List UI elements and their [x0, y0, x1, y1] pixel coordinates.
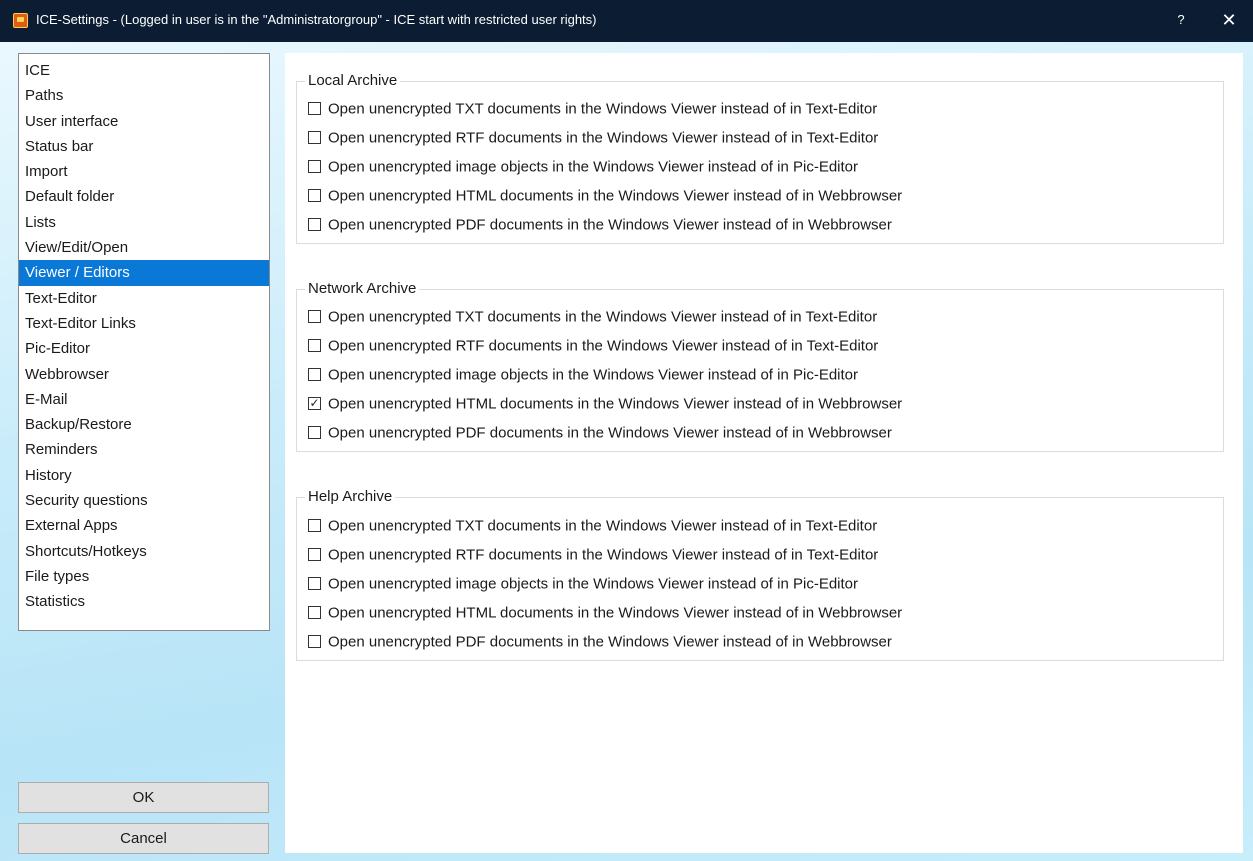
title-bar: ICE-Settings - (Logged in user is in the… [0, 0, 1253, 42]
nav-item-e-mail[interactable]: E-Mail [19, 387, 269, 412]
option-label: Open unencrypted HTML documents in the W… [328, 395, 903, 413]
local-archive-group: Local Archive Open unencrypted TXT docum… [296, 71, 1224, 244]
option-label: Open unencrypted PDF documents in the Wi… [328, 633, 892, 651]
option-label: Open unencrypted TXT documents in the Wi… [328, 308, 878, 326]
nav-item-ice[interactable]: ICE [19, 58, 269, 83]
nav-item-history[interactable]: History [19, 463, 269, 488]
option-label: Open unencrypted image objects in the Wi… [328, 158, 859, 176]
nav-item-pic-editor[interactable]: Pic-Editor [19, 336, 269, 361]
settings-category-list[interactable]: ICE Paths User interface Status bar Impo… [18, 53, 270, 631]
option-label: Open unencrypted image objects in the Wi… [328, 575, 859, 593]
option-label: Open unencrypted RTF documents in the Wi… [328, 129, 879, 147]
option-label: Open unencrypted PDF documents in the Wi… [328, 424, 892, 442]
option-row[interactable]: ✓ Open unencrypted HTML documents in the … [308, 395, 902, 415]
option-label: Open unencrypted RTF documents in the Wi… [328, 546, 879, 564]
checkbox[interactable] [308, 217, 321, 231]
option-row[interactable]: Open unencrypted RTF documents in the Wi… [308, 129, 878, 149]
checkbox[interactable] [308, 634, 321, 648]
window-title: ICE-Settings - (Logged in user is in the… [36, 12, 597, 27]
help-archive-group: Help Archive Open unencrypted TXT docume… [296, 487, 1224, 661]
checkbox[interactable] [308, 425, 321, 439]
option-row[interactable]: Open unencrypted PDF documents in the Wi… [308, 633, 892, 653]
checkbox[interactable] [308, 101, 321, 115]
nav-item-external-apps[interactable]: External Apps [19, 513, 269, 538]
nav-item-text-editor[interactable]: Text-Editor [19, 286, 269, 311]
nav-item-reminders[interactable]: Reminders [19, 437, 269, 462]
option-row[interactable]: Open unencrypted image objects in the Wi… [308, 366, 858, 386]
option-label: Open unencrypted HTML documents in the W… [328, 604, 903, 622]
option-row[interactable]: Open unencrypted TXT documents in the Wi… [308, 517, 877, 537]
nav-item-viewer-editors[interactable]: Viewer / Editors [19, 260, 269, 286]
option-label: Open unencrypted PDF documents in the Wi… [328, 216, 892, 234]
nav-item-shortcuts-hotkeys[interactable]: Shortcuts/Hotkeys [19, 539, 269, 564]
checkbox[interactable] [308, 547, 321, 561]
option-row[interactable]: Open unencrypted PDF documents in the Wi… [308, 216, 892, 236]
group-title: Network Archive [305, 279, 420, 299]
cancel-button[interactable]: Cancel [18, 823, 269, 854]
option-row[interactable]: Open unencrypted RTF documents in the Wi… [308, 546, 878, 566]
nav-item-default-folder[interactable]: Default folder [19, 184, 269, 209]
option-row[interactable]: Open unencrypted TXT documents in the Wi… [308, 308, 877, 328]
close-icon[interactable]: ✕ [1214, 7, 1244, 33]
app-icon [13, 13, 28, 28]
option-label: Open unencrypted image objects in the Wi… [328, 366, 859, 384]
option-label: Open unencrypted HTML documents in the W… [328, 187, 903, 205]
checkbox[interactable] [308, 159, 321, 173]
help-icon[interactable]: ? [1168, 8, 1194, 32]
nav-item-paths[interactable]: Paths [19, 83, 269, 108]
nav-item-view-edit-open[interactable]: View/Edit/Open [19, 235, 269, 260]
nav-item-backup-restore[interactable]: Backup/Restore [19, 412, 269, 437]
option-label: Open unencrypted RTF documents in the Wi… [328, 337, 879, 355]
option-row[interactable]: Open unencrypted HTML documents in the W… [308, 604, 902, 624]
group-title: Help Archive [305, 487, 396, 507]
checkbox[interactable] [308, 576, 321, 590]
nav-item-import[interactable]: Import [19, 159, 269, 184]
checkbox[interactable] [308, 130, 321, 144]
option-row[interactable]: Open unencrypted RTF documents in the Wi… [308, 337, 878, 357]
nav-item-webbrowser[interactable]: Webbrowser [19, 362, 269, 387]
option-row[interactable]: Open unencrypted PDF documents in the Wi… [308, 424, 892, 444]
option-row[interactable]: Open unencrypted HTML documents in the W… [308, 187, 902, 207]
checkbox[interactable] [308, 309, 321, 323]
checkbox[interactable] [308, 605, 321, 619]
checkbox[interactable] [308, 188, 321, 202]
checkbox[interactable]: ✓ [308, 396, 321, 410]
ok-button[interactable]: OK [18, 782, 269, 813]
option-label: Open unencrypted TXT documents in the Wi… [328, 100, 878, 118]
network-archive-group: Network Archive Open unencrypted TXT doc… [296, 279, 1224, 452]
nav-item-file-types[interactable]: File types [19, 564, 269, 589]
option-row[interactable]: Open unencrypted TXT documents in the Wi… [308, 100, 877, 120]
nav-item-user-interface[interactable]: User interface [19, 109, 269, 134]
nav-item-lists[interactable]: Lists [19, 210, 269, 235]
checkbox[interactable] [308, 367, 321, 381]
option-label: Open unencrypted TXT documents in the Wi… [328, 517, 878, 535]
settings-panel: Local Archive Open unencrypted TXT docum… [285, 53, 1243, 853]
nav-item-security-questions[interactable]: Security questions [19, 488, 269, 513]
group-title: Local Archive [305, 71, 401, 91]
checkbox[interactable] [308, 518, 321, 532]
nav-item-status-bar[interactable]: Status bar [19, 134, 269, 159]
checkbox[interactable] [308, 338, 321, 352]
nav-item-text-editor-links[interactable]: Text-Editor Links [19, 311, 269, 336]
nav-item-statistics[interactable]: Statistics [19, 589, 269, 614]
option-row[interactable]: Open unencrypted image objects in the Wi… [308, 575, 858, 595]
option-row[interactable]: Open unencrypted image objects in the Wi… [308, 158, 858, 178]
